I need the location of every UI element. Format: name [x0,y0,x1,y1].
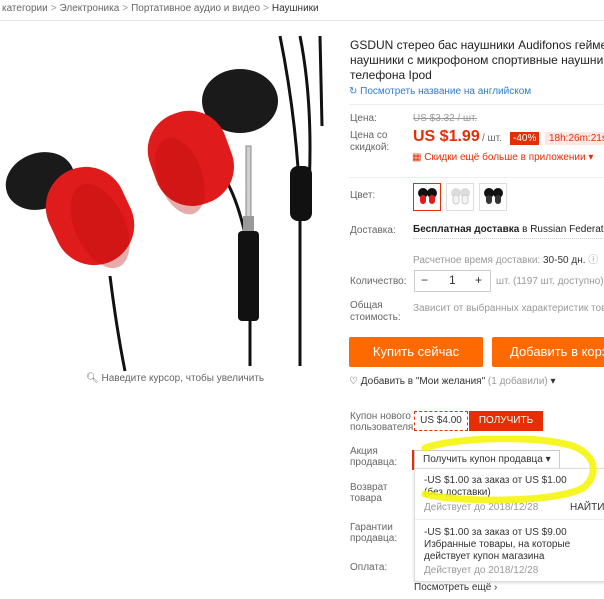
product-title: GSDUN стерео бас наушники Audifonos гейм… [350,38,604,82]
show-more-link[interactable]: Посмотреть ещё › [414,582,497,593]
zoom-hint: 🔍︎ Наведите курсор, чтобы увеличить [86,373,265,384]
translate-link[interactable]: ↻ Посмотреть название на английском [349,86,531,97]
price-label: Цена: [350,113,377,124]
divider [349,104,604,105]
find-coupon-button[interactable]: НАЙТИ КУ [570,502,604,513]
qr-icon: ▦ [412,152,425,163]
total-label: Общая стоимость: [350,300,401,323]
coupon-valid: Действует до 2018/12/28 [424,565,539,576]
seller-promo-label: Акция продавца: [350,446,398,468]
guarantee-label: Гарантии продавца: [350,522,398,544]
discount-badge: -40% [510,132,540,145]
chevron-down-icon: ▾ [585,152,594,163]
returns-label: Возврат товара [350,482,388,504]
discount-price-label: Цена со скидкой: [350,130,390,153]
countdown-timer: 18h:26m:21s [545,132,604,145]
shipping-info: Бесплатная доставка в Russian Federation [413,224,604,235]
current-price: US $1.99 [413,128,480,145]
product-image[interactable] [0,26,340,374]
quantity-input[interactable]: 1 [449,273,456,287]
breadcrumb-item[interactable]: Портативное аудио и видео [131,3,260,14]
add-to-cart-button[interactable]: Добавить в корз [492,337,604,367]
get-coupon-button[interactable]: ПОЛУЧИТЬ [469,411,543,431]
divider [415,519,604,520]
coupon-item[interactable]: -US $1.00 за заказ от US $1.00 (без доста… [424,475,567,499]
app-discount-link[interactable]: ▦ Скидки ещё больше в приложении ▾ [412,152,593,163]
coupon-item[interactable]: -US $1.00 за заказ от US $9.00 Избранные … [424,527,570,563]
breadcrumb-item[interactable]: Электроника [60,3,120,14]
color-option-white[interactable] [446,183,474,211]
seller-coupon-select[interactable]: Получить купон продавца ▾ [414,450,560,470]
buy-now-button[interactable]: Купить сейчас [349,337,483,367]
breadcrumb-item[interactable]: категории [2,3,48,14]
shipping-destination[interactable]: Russian Federation [530,224,604,235]
color-label: Цвет: [350,190,376,201]
new-user-coupon-amount: US $4.00 [414,411,468,431]
wishlist-link[interactable]: ♡ Добавить в "Мои желания" (1 добавили) … [349,376,556,387]
new-user-coupon-label: Купон нового пользователя [350,411,414,433]
quantity-label: Количество: [350,276,407,287]
breadcrumb-current[interactable]: Наушники [272,3,319,14]
divider [0,20,604,21]
chevron-down-icon: ▾ [545,454,551,465]
info-icon: ⓘ [588,255,599,266]
color-option-red[interactable] [413,183,441,211]
quantity-minus-button[interactable]: − [421,273,428,287]
quantity-available: шт. (1197 шт. доступно) [496,276,604,287]
chevron-down-icon: ▾ [550,376,556,387]
seller-coupon-dropdown: -US $1.00 за заказ от US $1.00 (без доста… [414,468,604,582]
old-price: US $3.32 / шт. [413,113,478,124]
magnifier-icon: 🔍︎ [86,373,102,384]
divider [349,177,604,178]
shipping-label: Доставка: [350,225,396,236]
delivery-time: Расчетное время доставки: 30-50 дн. ⓘ [413,255,599,266]
total-note: Зависит от выбранных характеристик товар… [413,303,604,314]
quantity-plus-button[interactable]: + [475,273,482,287]
price-unit: / шт. [482,133,502,144]
divider [413,238,603,239]
payment-label: Оплата: [350,562,388,573]
coupon-valid: Действует до 2018/12/28 [424,502,539,513]
heart-icon: ♡ [349,376,361,387]
translate-icon: ↻ [349,86,361,97]
color-option-black[interactable] [479,183,507,211]
chevron-right-icon: › [491,582,498,593]
breadcrumb: категории > Электроника > Портативное аудио … [2,3,319,14]
quantity-stepper: − 1 + [414,270,491,292]
